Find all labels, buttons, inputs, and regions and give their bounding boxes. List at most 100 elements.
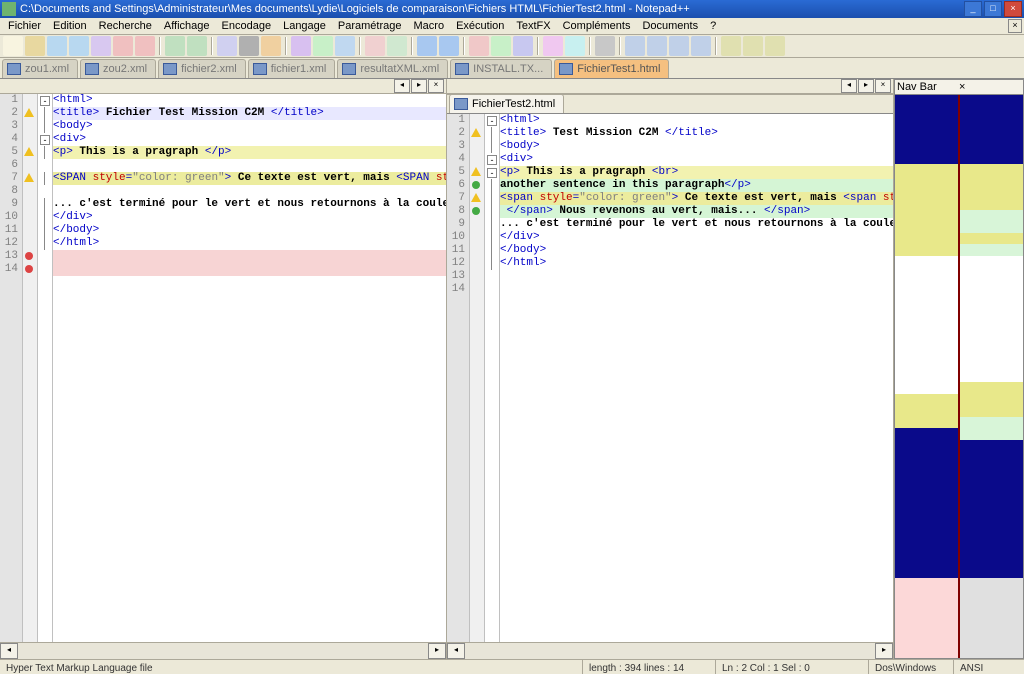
toolbar-button[interactable] bbox=[187, 36, 207, 56]
toolbar-button[interactable] bbox=[135, 36, 155, 56]
menu-langage[interactable]: Langage bbox=[277, 20, 332, 32]
toolbar-button[interactable] bbox=[543, 36, 563, 56]
nav-segment[interactable] bbox=[960, 210, 1023, 233]
toolbar-button[interactable] bbox=[439, 36, 459, 56]
tab[interactable]: INSTALL.TX... bbox=[450, 59, 552, 78]
menu-fichier[interactable]: Fichier bbox=[2, 20, 47, 32]
navbar-close-icon[interactable]: × bbox=[959, 81, 1021, 93]
tab[interactable]: zou1.xml bbox=[2, 59, 78, 78]
nav-segment[interactable] bbox=[960, 382, 1023, 416]
menu-affichage[interactable]: Affichage bbox=[158, 20, 216, 32]
toolbar-button[interactable] bbox=[387, 36, 407, 56]
scroll-track[interactable] bbox=[465, 643, 875, 659]
scroll-right-button[interactable]: ▸ bbox=[875, 643, 893, 659]
nav-segment[interactable] bbox=[960, 164, 1023, 210]
tab[interactable]: FichierTest1.html bbox=[554, 59, 669, 78]
menu-recherche[interactable]: Recherche bbox=[93, 20, 158, 32]
nav-next-button[interactable]: ▸ bbox=[858, 79, 874, 93]
nav-map[interactable] bbox=[894, 95, 1024, 659]
toolbar-button[interactable] bbox=[239, 36, 259, 56]
toolbar-button[interactable] bbox=[313, 36, 333, 56]
menu-exécution[interactable]: Exécution bbox=[450, 20, 510, 32]
nav-prev-button[interactable]: ◂ bbox=[394, 79, 410, 93]
toolbar-button[interactable] bbox=[217, 36, 237, 56]
nav-col-right[interactable] bbox=[960, 95, 1023, 658]
toolbar-button[interactable] bbox=[365, 36, 385, 56]
nav-segment[interactable] bbox=[895, 256, 958, 394]
nav-segment[interactable] bbox=[960, 244, 1023, 255]
left-editor[interactable]: 1234567891011121314 <html><title> Fichie… bbox=[0, 94, 446, 642]
menu-paramétrage[interactable]: Paramétrage bbox=[332, 20, 408, 32]
toolbar-button[interactable] bbox=[669, 36, 689, 56]
tab[interactable]: zou2.xml bbox=[80, 59, 156, 78]
nav-segment[interactable] bbox=[895, 244, 958, 255]
pane-close-button[interactable]: × bbox=[1008, 19, 1022, 33]
toolbar-button[interactable] bbox=[491, 36, 511, 56]
nav-segment[interactable] bbox=[960, 578, 1023, 658]
toolbar-button[interactable] bbox=[165, 36, 185, 56]
nav-segment[interactable] bbox=[895, 578, 958, 658]
toolbar-button[interactable] bbox=[595, 36, 615, 56]
nav-segment[interactable] bbox=[960, 256, 1023, 382]
nav-close-button[interactable]: × bbox=[875, 79, 891, 93]
nav-segment[interactable] bbox=[960, 233, 1023, 244]
nav-segment[interactable] bbox=[895, 95, 958, 164]
nav-segment[interactable] bbox=[895, 428, 958, 577]
scroll-track[interactable] bbox=[18, 643, 428, 659]
menu-textfx[interactable]: TextFX bbox=[510, 20, 556, 32]
nav-segment[interactable] bbox=[960, 95, 1023, 164]
menu-macro[interactable]: Macro bbox=[408, 20, 451, 32]
toolbar-button[interactable] bbox=[69, 36, 89, 56]
menubar[interactable]: FichierEditionRechercheAffichageEncodage… bbox=[0, 18, 1024, 35]
nav-segment[interactable] bbox=[895, 164, 958, 244]
toolbar-button[interactable] bbox=[261, 36, 281, 56]
toolbar-button[interactable] bbox=[721, 36, 741, 56]
menu-encodage[interactable]: Encodage bbox=[216, 20, 278, 32]
menu-?[interactable]: ? bbox=[704, 20, 722, 32]
menu-edition[interactable]: Edition bbox=[47, 20, 93, 32]
tab[interactable]: fichier2.xml bbox=[158, 59, 246, 78]
scroll-right-button[interactable]: ▸ bbox=[428, 643, 446, 659]
nav-prev-button[interactable]: ◂ bbox=[841, 79, 857, 93]
nav-close-button[interactable]: × bbox=[428, 79, 444, 93]
nav-next-button[interactable]: ▸ bbox=[411, 79, 427, 93]
toolbar-button[interactable] bbox=[3, 36, 23, 56]
menu-documents[interactable]: Documents bbox=[636, 20, 704, 32]
toolbar-button[interactable] bbox=[765, 36, 785, 56]
fold-gutter[interactable] bbox=[38, 94, 53, 642]
toolbar-button[interactable] bbox=[417, 36, 437, 56]
nav-segment[interactable] bbox=[960, 417, 1023, 440]
nav-segment[interactable] bbox=[895, 394, 958, 428]
toolbar-button[interactable] bbox=[647, 36, 667, 56]
tab[interactable]: fichier1.xml bbox=[248, 59, 336, 78]
horizontal-scrollbar[interactable]: ◂ ▸ bbox=[447, 642, 893, 659]
restore-button[interactable]: □ bbox=[984, 1, 1002, 17]
toolbar-button[interactable] bbox=[743, 36, 763, 56]
toolbar-button[interactable] bbox=[513, 36, 533, 56]
toolbar-button[interactable] bbox=[113, 36, 133, 56]
tab[interactable]: FichierTest2.html bbox=[449, 94, 564, 113]
toolbar-button[interactable] bbox=[91, 36, 111, 56]
tab[interactable]: resultatXML.xml bbox=[337, 59, 448, 78]
fold-gutter[interactable] bbox=[485, 114, 500, 642]
right-editor[interactable]: 1234567891011121314 <html><title> Test M… bbox=[447, 114, 893, 642]
code-area[interactable]: <html><title> Test Mission C2M </title><… bbox=[500, 114, 893, 642]
minimize-button[interactable]: _ bbox=[964, 1, 982, 17]
toolbar-button[interactable] bbox=[335, 36, 355, 56]
nav-segment[interactable] bbox=[960, 440, 1023, 578]
toolbar-button[interactable] bbox=[691, 36, 711, 56]
nav-col-left[interactable] bbox=[895, 95, 960, 658]
toolbar-button[interactable] bbox=[565, 36, 585, 56]
toolbar-button[interactable] bbox=[625, 36, 645, 56]
toolbar-button[interactable] bbox=[469, 36, 489, 56]
scroll-left-button[interactable]: ◂ bbox=[447, 643, 465, 659]
navbar-title[interactable]: Nav Bar × bbox=[894, 79, 1024, 95]
menu-compléments[interactable]: Compléments bbox=[557, 20, 637, 32]
scroll-left-button[interactable]: ◂ bbox=[0, 643, 18, 659]
close-button[interactable]: × bbox=[1004, 1, 1022, 17]
horizontal-scrollbar[interactable]: ◂ ▸ bbox=[0, 642, 446, 659]
toolbar-button[interactable] bbox=[25, 36, 45, 56]
toolbar-button[interactable] bbox=[291, 36, 311, 56]
toolbar-button[interactable] bbox=[47, 36, 67, 56]
code-area[interactable]: <html><title> Fichier Test Mission C2M <… bbox=[53, 94, 446, 642]
